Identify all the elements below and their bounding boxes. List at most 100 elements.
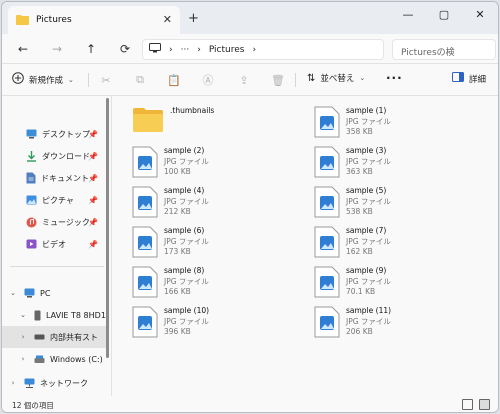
close-tab-icon[interactable]: ✕ (163, 13, 172, 26)
up-button[interactable]: ↑ (82, 40, 100, 58)
file-item[interactable]: sample (9) JPG ファイル 70.1 KB (314, 266, 391, 298)
copy-icon[interactable]: ⧉ (132, 72, 148, 88)
image-file-icon (314, 106, 340, 138)
plus-circle-icon (12, 72, 24, 87)
path-overflow-button[interactable]: ··· (181, 45, 190, 55)
storage-icon (34, 334, 45, 340)
file-name: sample (1) (346, 106, 387, 115)
file-type: JPG ファイル (346, 196, 391, 206)
file-type: JPG ファイル (164, 316, 209, 326)
command-bar: 新規作成 ⌄ ✂ ⧉ 📋 Ⓐ ⇪ 🗑 ⇅ 並べ替え ⌄ ··· 詳細 (2, 64, 498, 96)
music-icon (26, 217, 37, 227)
file-name: sample (10) (164, 306, 210, 315)
path-separator: › (197, 44, 201, 55)
sidebar-scrollbar[interactable] (106, 98, 109, 358)
back-button[interactable]: ← (14, 40, 32, 58)
chevron-right-icon[interactable]: › (8, 379, 18, 387)
sort-icon: ⇅ (307, 72, 316, 84)
sidebar-item-label: ビデオ (42, 239, 66, 249)
pin-icon: 📌 (88, 217, 98, 227)
new-tab-button[interactable]: + (188, 11, 199, 26)
sidebar-item-downloads[interactable]: ダウンロード 📌 (2, 145, 106, 167)
sidebar-item-label: ピクチャ (42, 195, 74, 205)
path-separator: › (252, 44, 257, 55)
path-bar[interactable]: › ··· › Pictures › (142, 39, 384, 60)
image-file-icon (314, 266, 340, 298)
file-item[interactable]: sample (10) JPG ファイル 396 KB (132, 306, 209, 338)
monitor-icon (149, 43, 161, 56)
details-pane-icon (452, 72, 464, 85)
sidebar-item-network[interactable]: › ネットワーク (2, 372, 106, 394)
file-item[interactable]: sample (8) JPG ファイル 166 KB (132, 266, 209, 298)
sidebar-item-documents[interactable]: ドキュメント 📌 (2, 167, 106, 189)
sort-button[interactable]: ⇅ 並べ替え ⌄ (307, 72, 365, 85)
image-file-icon (132, 186, 158, 218)
file-item[interactable]: sample (4) JPG ファイル 212 KB (132, 186, 209, 218)
details-pane-button[interactable]: 詳細 (452, 72, 486, 85)
chevron-down-icon[interactable]: ⌄ (8, 289, 18, 297)
sidebar-item-windows-c[interactable]: › Windows (C:) (2, 348, 106, 370)
file-size: 212 KB (164, 207, 191, 216)
paste-icon[interactable]: 📋 (166, 72, 182, 88)
tablet-icon (34, 310, 41, 320)
window-controls: — ▢ ✕ (390, 2, 498, 26)
minimize-button[interactable]: — (390, 2, 426, 26)
forward-button[interactable]: → (48, 40, 66, 58)
file-size: 166 KB (164, 287, 191, 296)
file-item[interactable]: sample (11) JPG ファイル 206 KB (314, 306, 391, 338)
chevron-right-icon[interactable]: › (18, 355, 28, 363)
sidebar-item-music[interactable]: ミュージック 📌 (2, 211, 106, 233)
toolbar-divider (88, 73, 89, 87)
sidebar-item-label: ミュージック (42, 217, 90, 227)
pin-icon: 📌 (88, 239, 98, 249)
details-view-icon[interactable] (462, 399, 473, 410)
file-item[interactable]: sample (7) JPG ファイル 162 KB (314, 226, 391, 258)
sidebar-item-desktop[interactable]: デスクトップ 📌 (2, 123, 106, 145)
file-size: 206 KB (346, 327, 373, 336)
sidebar-item-videos[interactable]: ビデオ 📌 (2, 233, 106, 255)
file-name: .thumbnails (170, 106, 215, 115)
new-button[interactable]: 新規作成 ⌄ (12, 72, 74, 87)
more-options-button[interactable]: ··· (386, 71, 403, 85)
cut-icon[interactable]: ✂ (98, 72, 114, 88)
file-name: sample (9) (346, 266, 387, 275)
file-explorer-window: Pictures ✕ + — ▢ ✕ ← → ↑ ⟳ › ··· › Pictu… (1, 1, 499, 413)
file-type: JPG ファイル (346, 116, 391, 126)
refresh-button[interactable]: ⟳ (116, 40, 134, 58)
pin-icon: 📌 (88, 173, 98, 183)
tab-pictures[interactable]: Pictures ✕ (8, 6, 180, 34)
download-icon (27, 150, 36, 162)
chevron-right-icon[interactable]: › (18, 333, 28, 341)
path-current[interactable]: Pictures (209, 45, 245, 55)
file-item-thumbnails[interactable]: .thumbnails (132, 106, 214, 132)
close-window-button[interactable]: ✕ (462, 2, 498, 26)
file-type: JPG ファイル (346, 276, 391, 286)
document-icon (26, 172, 36, 184)
file-size: 173 KB (164, 247, 191, 256)
sidebar-item-internal-storage[interactable]: › 内部共有スト (2, 326, 106, 348)
file-item[interactable]: sample (2) JPG ファイル 100 KB (132, 146, 209, 178)
tiles-view-icon[interactable] (479, 399, 490, 410)
file-name: sample (11) (346, 306, 392, 315)
file-name: sample (3) (346, 146, 387, 155)
file-item[interactable]: sample (5) JPG ファイル 538 KB (314, 186, 391, 218)
rename-icon[interactable]: Ⓐ (200, 72, 216, 88)
share-icon[interactable]: ⇪ (236, 72, 252, 88)
sidebar-item-device[interactable]: ⌄ LAVIE T8 8HD1 (2, 304, 106, 326)
file-item[interactable]: sample (3) JPG ファイル 363 KB (314, 146, 391, 178)
file-type: JPG ファイル (164, 236, 209, 246)
sidebar-item-label: PC (40, 288, 51, 298)
maximize-button[interactable]: ▢ (426, 2, 462, 26)
file-item[interactable]: sample (1) JPG ファイル 358 KB (314, 106, 391, 138)
file-item[interactable]: sample (6) JPG ファイル 173 KB (132, 226, 209, 258)
sidebar-divider (10, 266, 104, 267)
details-pane-label: 詳細 (469, 74, 487, 85)
sidebar-item-pictures[interactable]: ピクチャ 📌 (2, 189, 106, 211)
file-size: 100 KB (164, 167, 191, 176)
chevron-down-icon[interactable]: ⌄ (18, 311, 28, 319)
sidebar-item-pc[interactable]: ⌄ PC (2, 282, 106, 304)
sort-button-label: 並べ替え (320, 74, 355, 84)
delete-icon[interactable]: 🗑 (270, 72, 286, 88)
search-input[interactable]: Picturesの検 (392, 39, 496, 60)
file-name: sample (8) (164, 266, 205, 275)
